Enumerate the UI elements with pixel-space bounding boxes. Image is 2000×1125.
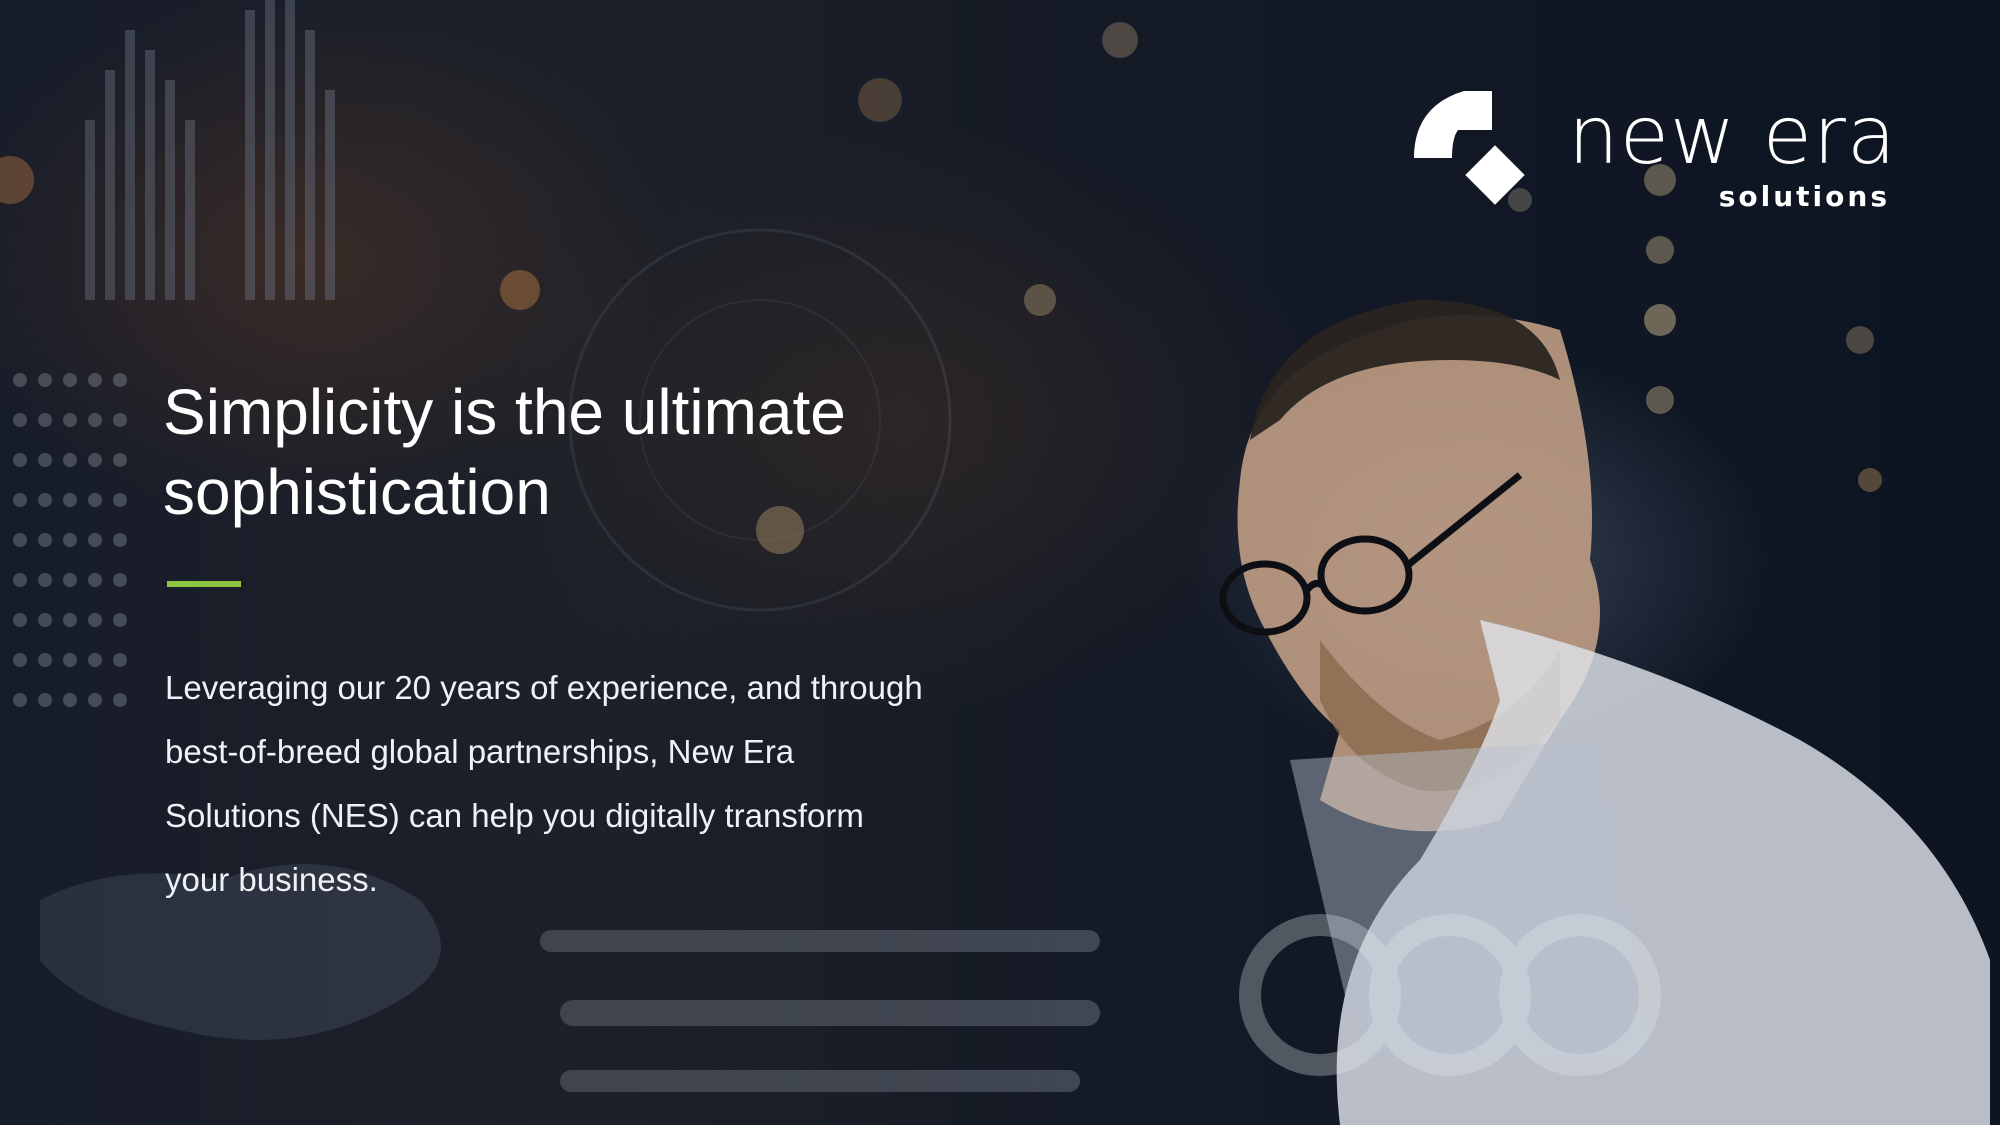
company-logo[interactable]: new era solutions [1412, 88, 1902, 218]
hero-section: new era solutions Simplicity is the ulti… [0, 0, 2000, 1125]
hero-body-text: Leveraging our 20 years of experience, a… [165, 669, 923, 898]
logo-subline: solutions [1718, 180, 1890, 213]
text-contrast-overlay [0, 0, 1200, 1125]
new-era-logo-mark-icon [1414, 91, 1525, 205]
accent-divider [167, 581, 241, 587]
logo-wordmark: new era [1568, 89, 1897, 182]
hero-headline: Simplicity is the ultimate sophisticatio… [163, 376, 846, 528]
